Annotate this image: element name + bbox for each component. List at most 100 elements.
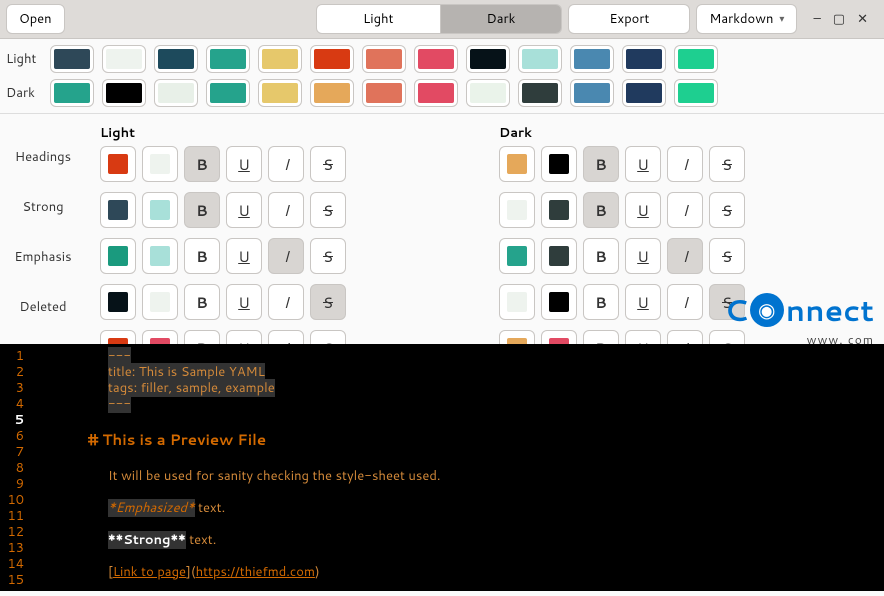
fg-swatch[interactable] [100,192,136,228]
dark-swatch-4[interactable] [258,79,302,107]
dark-swatch-7[interactable] [414,79,458,107]
bold-toggle[interactable]: B [583,284,619,320]
fg-swatch[interactable] [100,284,136,320]
bold-toggle[interactable]: B [583,146,619,182]
underline-toggle[interactable]: U [625,238,661,274]
light-swatch-2[interactable] [154,45,198,73]
light-swatch-4[interactable] [258,45,302,73]
code-line: **Strong** text. [108,532,884,548]
bg-swatch[interactable] [541,192,577,228]
dark-swatch-12[interactable] [674,79,718,107]
close-button[interactable]: ✕ [857,10,868,28]
strike-toggle[interactable]: S [310,284,346,320]
bg-swatch[interactable] [142,238,178,274]
bg-swatch[interactable] [142,284,178,320]
seg-light[interactable]: Light [317,5,440,33]
dark-swatch-0[interactable] [50,79,94,107]
light-swatch-8[interactable] [466,45,510,73]
dark-swatch-2[interactable] [154,79,198,107]
bg-swatch[interactable] [541,238,577,274]
bold-toggle[interactable]: B [583,192,619,228]
light-style-row-0: BUIS [100,146,479,182]
strike-toggle[interactable]: S [709,192,745,228]
light-swatch-12[interactable] [674,45,718,73]
format-label: Markdown [709,10,773,28]
minimize-button[interactable]: – [813,10,820,28]
fg-swatch[interactable] [499,238,535,274]
bg-swatch[interactable] [541,284,577,320]
fg-swatch[interactable] [499,284,535,320]
bold-toggle[interactable]: B [184,192,220,228]
dark-swatch-1[interactable] [102,79,146,107]
italic-toggle[interactable]: I [268,238,304,274]
export-button[interactable]: Export [568,4,690,34]
light-swatch-11[interactable] [622,45,666,73]
code-line [108,412,884,428]
light-swatch-3[interactable] [206,45,250,73]
strike-toggle[interactable]: S [310,146,346,182]
light-style-row-3: BUIS [100,284,479,320]
bg-swatch[interactable] [142,146,178,182]
dark-swatch-11[interactable] [622,79,666,107]
col-title-light: Light [100,124,479,142]
line-number: 6 [0,428,24,444]
underline-toggle[interactable]: U [625,192,661,228]
code-line: --- [108,348,884,364]
strike-toggle[interactable]: S [310,192,346,228]
underline-toggle[interactable]: U [226,284,262,320]
light-swatch-1[interactable] [102,45,146,73]
bold-toggle[interactable]: B [583,238,619,274]
line-number: 1 [0,348,24,364]
fg-swatch[interactable] [100,146,136,182]
dark-swatch-3[interactable] [206,79,250,107]
underline-toggle[interactable]: U [226,238,262,274]
underline-toggle[interactable]: U [625,146,661,182]
italic-toggle[interactable]: I [667,192,703,228]
code-line [108,484,884,500]
dark-swatch-10[interactable] [570,79,614,107]
strike-toggle[interactable]: S [310,238,346,274]
bg-swatch[interactable] [541,146,577,182]
light-swatch-7[interactable] [414,45,458,73]
palette-panel: Light Dark [0,39,884,114]
bg-swatch[interactable] [142,192,178,228]
row-label: Strong [6,198,80,234]
italic-toggle[interactable]: I [667,238,703,274]
dark-swatch-9[interactable] [518,79,562,107]
dark-style-row-0: BUIS [499,146,878,182]
code-area[interactable]: ---title: This is Sample YAMLtags: fille… [30,344,884,591]
seg-dark[interactable]: Dark [441,5,562,33]
fg-swatch[interactable] [100,238,136,274]
palette-label-light: Light [6,50,40,68]
italic-toggle[interactable]: I [268,284,304,320]
bold-toggle[interactable]: B [184,146,220,182]
italic-toggle[interactable]: I [268,192,304,228]
light-swatch-6[interactable] [362,45,406,73]
light-swatch-10[interactable] [570,45,614,73]
light-swatch-9[interactable] [518,45,562,73]
italic-toggle[interactable]: I [667,146,703,182]
strike-toggle[interactable]: S [709,146,745,182]
globe-icon: ◉ [750,293,784,327]
maximize-button[interactable]: ▢ [833,10,845,28]
fg-swatch[interactable] [499,146,535,182]
col-title-dark: Dark [499,124,878,142]
underline-toggle[interactable]: U [226,192,262,228]
bold-toggle[interactable]: B [184,284,220,320]
dark-swatch-5[interactable] [310,79,354,107]
light-swatch-5[interactable] [310,45,354,73]
italic-toggle[interactable]: I [268,146,304,182]
underline-toggle[interactable]: U [625,284,661,320]
dark-swatch-6[interactable] [362,79,406,107]
strike-toggle[interactable]: S [709,238,745,274]
theme-segmented: Light Dark [316,4,562,34]
light-swatch-0[interactable] [50,45,94,73]
open-button[interactable]: Open [6,4,65,34]
underline-toggle[interactable]: U [226,146,262,182]
format-dropdown[interactable]: Markdown ▾ [696,4,797,34]
bold-toggle[interactable]: B [184,238,220,274]
dark-swatch-8[interactable] [466,79,510,107]
italic-toggle[interactable]: I [667,284,703,320]
editor[interactable]: 123456789101112131415 ---title: This is … [0,344,884,591]
fg-swatch[interactable] [499,192,535,228]
